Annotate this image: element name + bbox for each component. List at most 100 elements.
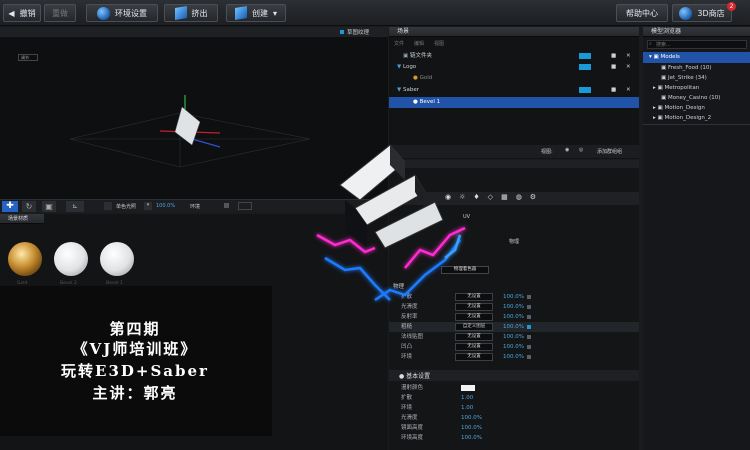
create-button[interactable]: 创建 ▾ xyxy=(226,4,286,22)
visible-toggle[interactable]: ■ xyxy=(611,62,616,73)
slot[interactable] xyxy=(579,87,591,93)
undo-label: 撤销 xyxy=(19,8,36,18)
env-label: 环境设置 xyxy=(115,8,147,18)
materials-title: 场景材质 xyxy=(0,214,44,224)
prop-value[interactable]: 自定义图层 xyxy=(455,323,493,331)
env-slot[interactable] xyxy=(238,202,252,210)
visible-toggle[interactable]: ■ xyxy=(611,85,616,96)
row-label: Logo xyxy=(402,64,417,70)
prop-value[interactable]: 100.0% xyxy=(461,433,482,443)
prop-percent[interactable]: 100.0% xyxy=(503,312,524,322)
browser-root[interactable]: ▾ ▣ Models xyxy=(643,52,750,63)
material-bevel-1[interactable] xyxy=(100,242,134,276)
scene-row-gold[interactable]: ● Gold xyxy=(389,73,639,84)
chevron-down-icon: ▾ xyxy=(272,8,277,18)
extrude-button[interactable]: 挤出 xyxy=(164,4,218,22)
top-toolbar: ◀ 撤销 重做 环境设置 挤出 创建 ▾ 帮助中心 3D商店 2 xyxy=(0,0,750,26)
view-icon-2[interactable]: ◎ xyxy=(579,147,583,153)
menu-view[interactable]: 视图 xyxy=(434,40,444,47)
prop-row[interactable]: 凹凸 无设置 100.0% xyxy=(389,342,639,352)
row-label: 链文件夹 xyxy=(409,53,432,59)
env-toggle[interactable] xyxy=(224,203,229,208)
search-input[interactable]: 搜索... xyxy=(647,40,747,49)
undo-button[interactable]: ◀ 撤销 xyxy=(3,4,41,22)
close-icon[interactable]: ✕ xyxy=(626,51,631,62)
color-swatch[interactable] xyxy=(104,202,112,210)
prop-row[interactable]: 光滑度 100.0% xyxy=(389,413,639,423)
prop-row[interactable]: 漫射颜色 xyxy=(389,383,639,393)
prop-value[interactable]: 100.0% xyxy=(461,423,482,433)
prop-row[interactable]: 粗糙 自定义图层 100.0% xyxy=(389,322,639,332)
zoom-value: 100.0% xyxy=(156,203,176,209)
prop-percent[interactable]: 100.0% xyxy=(503,332,524,342)
axis-icon[interactable]: ⊾ xyxy=(66,201,84,212)
prop-row[interactable]: 环境 1.00 xyxy=(389,403,639,413)
prop-percent[interactable]: 100.0% xyxy=(503,302,524,312)
mode-select[interactable]: 调节 xyxy=(18,54,38,61)
material-gold[interactable] xyxy=(8,242,42,276)
prop-toggle[interactable] xyxy=(527,295,531,299)
close-icon[interactable]: ✕ xyxy=(626,62,631,73)
prop-toggle[interactable] xyxy=(527,355,531,359)
viewport-grid xyxy=(69,95,311,168)
slot[interactable] xyxy=(579,64,591,70)
texture-icon[interactable]: ▦ xyxy=(501,193,508,201)
texture-toggle[interactable] xyxy=(340,30,344,34)
gear-icon[interactable]: ⚙ xyxy=(530,193,536,201)
sphere-icon[interactable]: ◍ xyxy=(516,193,522,201)
env-label: 环境 xyxy=(190,204,201,210)
prop-toggle[interactable] xyxy=(527,315,531,319)
sphere-icon: ● xyxy=(413,99,418,105)
menu-file[interactable]: 文件 xyxy=(394,40,404,47)
view-icon[interactable]: ◉ xyxy=(565,147,569,153)
prop-row[interactable]: 环境 无设置 100.0% xyxy=(389,352,639,362)
redo-button[interactable]: 重做 xyxy=(44,4,76,22)
color-swatch[interactable] xyxy=(461,385,475,391)
prop-toggle[interactable] xyxy=(527,305,531,309)
rotate-icon[interactable]: ↻ xyxy=(22,201,36,212)
visible-toggle[interactable]: ■ xyxy=(611,51,616,62)
prop-percent[interactable]: 100.0% xyxy=(503,342,524,352)
zoom-select[interactable]: ▾ xyxy=(144,202,152,210)
store-button[interactable]: 3D商店 xyxy=(672,4,732,22)
prop-value[interactable]: 无设置 xyxy=(455,353,493,361)
scene-row-logo[interactable]: ▼ Logo ■ ✕ xyxy=(389,62,639,73)
prop-row[interactable]: 环境高度 100.0% xyxy=(389,433,639,443)
prop-toggle[interactable] xyxy=(527,335,531,339)
prop-value[interactable]: 1.00 xyxy=(461,403,473,413)
basic-settings-header[interactable]: ● 基本设置 xyxy=(399,371,430,380)
prop-value[interactable]: 无设置 xyxy=(455,333,493,341)
prop-row[interactable]: 镜面高度 100.0% xyxy=(389,423,639,433)
add-group-button[interactable]: 添加群组组 xyxy=(597,148,622,155)
prop-value[interactable]: 100.0% xyxy=(461,413,482,423)
move-tool-button[interactable]: ✚ xyxy=(2,201,18,212)
prop-row[interactable]: 法线贴图 无设置 100.0% xyxy=(389,332,639,342)
prop-row[interactable]: 扩散 1.00 xyxy=(389,393,639,403)
prop-percent[interactable]: 100.0% xyxy=(503,352,524,362)
view-label: 视图: xyxy=(541,149,553,155)
folder-icon: ▣ xyxy=(403,53,409,59)
prop-toggle[interactable] xyxy=(527,325,531,329)
scale-icon[interactable]: ▣ xyxy=(42,201,56,212)
model-browser: 模型浏览器 搜索... ⌕ ▾ ▣ Models ▣ Fresh_Food (1… xyxy=(643,27,750,450)
shape-icon[interactable]: ◇ xyxy=(488,193,493,201)
row-label: Metropolitan xyxy=(664,85,700,91)
prop-toggle[interactable] xyxy=(527,345,531,349)
prop-percent[interactable]: 100.0% xyxy=(503,322,524,332)
store-icon xyxy=(679,6,693,20)
scene-row-folder[interactable]: ▣ 链文件夹 ■ ✕ xyxy=(389,51,639,62)
env-settings-button[interactable]: 环境设置 xyxy=(86,4,158,22)
close-icon[interactable]: ✕ xyxy=(626,85,631,96)
viewport-title: 草图纹理 xyxy=(347,30,370,36)
scene-row-bevel1[interactable]: ● Bevel 1 xyxy=(389,97,639,108)
browser-item[interactable]: ▸ ▣ Motion_Design_2 xyxy=(643,113,750,124)
slot[interactable] xyxy=(579,53,591,59)
menu-edit[interactable]: 编辑 xyxy=(414,40,424,47)
prop-value[interactable]: 无设置 xyxy=(455,343,493,351)
scene-row-saber[interactable]: ▼ Saber ■ ✕ xyxy=(389,85,639,96)
material-bevel-2[interactable] xyxy=(54,242,88,276)
expand-icon: ▼ xyxy=(397,87,402,93)
prop-percent[interactable]: 100.0% xyxy=(503,292,524,302)
prop-value[interactable]: 1.00 xyxy=(461,393,473,403)
help-center-button[interactable]: 帮助中心 xyxy=(616,4,668,22)
